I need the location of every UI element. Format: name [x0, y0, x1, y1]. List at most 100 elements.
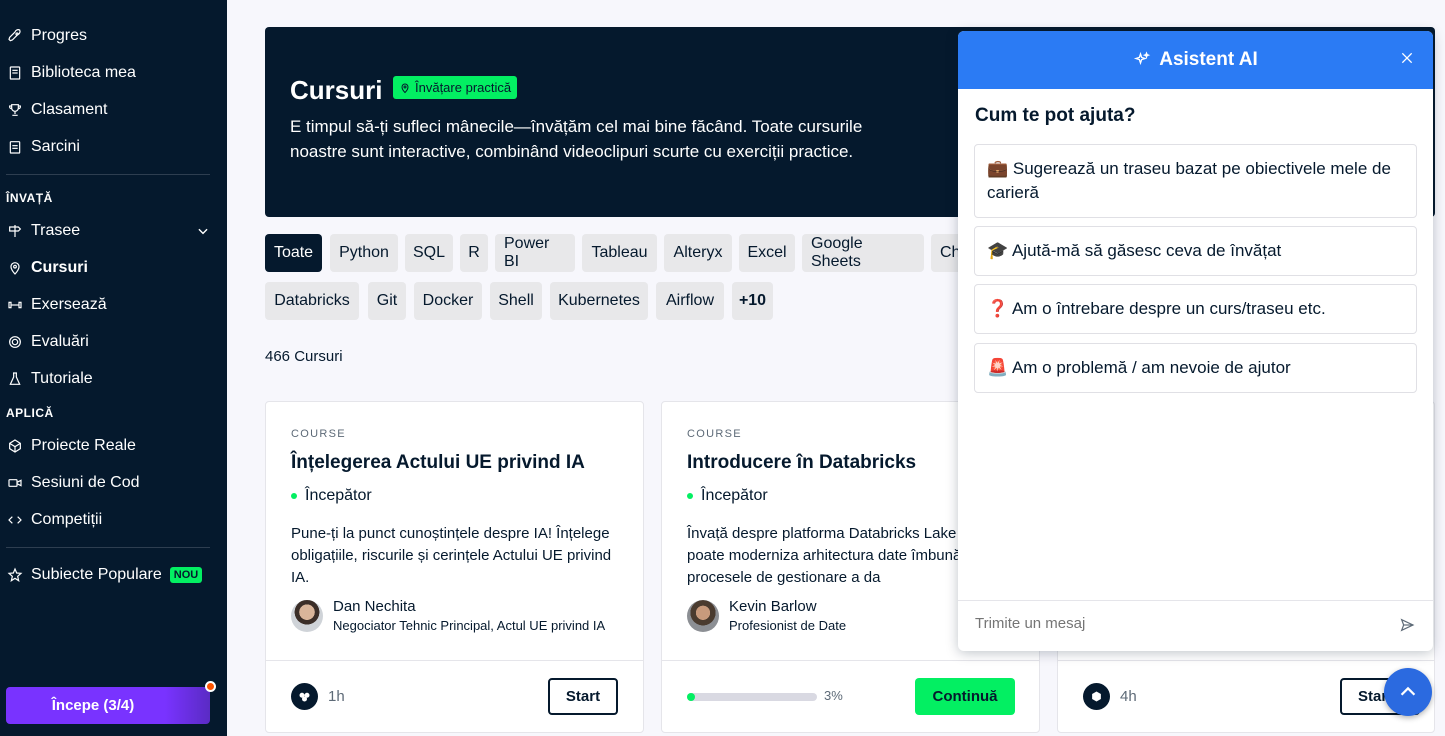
start-onboarding-button[interactable]: Începe (3/4): [6, 687, 210, 724]
author-role: Negociator Tehnic Principal, Actul UE pr…: [333, 618, 606, 633]
nav-clasament[interactable]: Clasament: [6, 95, 214, 125]
section-label-invata: ÎNVAȚĂ: [6, 191, 53, 205]
filter-chip[interactable]: Tableau: [582, 234, 657, 272]
cube-icon: [6, 437, 24, 455]
nav-label: Progres: [31, 27, 88, 44]
nav-label: Evaluări: [31, 333, 89, 350]
ai-option-question[interactable]: ❓ Am o întrebare despre un curs/traseu e…: [974, 284, 1417, 334]
ai-header: Asistent AI: [958, 31, 1433, 89]
close-icon[interactable]: [1399, 50, 1419, 70]
filter-chip[interactable]: Databricks: [265, 282, 359, 320]
card-level: Începător: [687, 487, 768, 505]
nav-proiecte[interactable]: Proiecte Reale: [6, 431, 214, 461]
level-dot: [687, 493, 693, 499]
card-type: COURSE: [291, 428, 346, 440]
nav-sarcini[interactable]: Sarcini: [6, 132, 214, 162]
filter-chip[interactable]: Docker: [414, 282, 482, 320]
nav-label: Proiecte Reale: [31, 437, 136, 454]
send-icon[interactable]: [1399, 617, 1417, 635]
nav-competitii[interactable]: Competiții: [6, 505, 214, 535]
video-icon: [6, 474, 24, 492]
location-pin-icon: [401, 83, 409, 93]
card-footer: 1h Start: [266, 660, 643, 733]
nav-subiecte-populare[interactable]: Subiecte Populare NOU: [6, 560, 214, 590]
page-title: Cursuri: [290, 75, 383, 105]
card-type: COURSE: [687, 428, 742, 440]
nav-sesiuni[interactable]: Sesiuni de Cod: [6, 468, 214, 498]
filter-chip[interactable]: Excel: [739, 234, 795, 272]
card-title[interactable]: Înțelegerea Actului UE privind IA: [291, 452, 585, 474]
filter-chip[interactable]: Kubernetes: [550, 282, 648, 320]
nav-label: Sarcini: [31, 138, 80, 155]
card-footer: 3% Continuă: [662, 660, 1039, 733]
nav-label: Cursuri: [31, 259, 88, 276]
book-icon: [6, 64, 24, 82]
filter-chip[interactable]: SQL: [405, 234, 453, 272]
ai-option-learn[interactable]: 🎓 Ajută-mă să găsesc ceva de învățat: [974, 226, 1417, 276]
star-icon: [6, 566, 24, 584]
flask-icon: [6, 370, 24, 388]
nav-label: Subiecte Populare: [31, 566, 162, 583]
message-input[interactable]: [975, 615, 1375, 632]
more-filters-chip[interactable]: +10: [732, 282, 773, 320]
location-pin-icon: [6, 259, 24, 277]
ai-input-bar: [958, 600, 1433, 651]
filter-chip[interactable]: Toate: [265, 234, 322, 272]
filter-chip[interactable]: Airflow: [656, 282, 724, 320]
card-level: Începător: [291, 487, 372, 505]
filter-chip[interactable]: Google Sheets: [802, 234, 924, 272]
filter-chip[interactable]: Alteryx: [664, 234, 732, 272]
nav-label: Competiții: [31, 511, 103, 528]
author-name: Kevin Barlow: [729, 598, 817, 615]
gauge-icon: [6, 333, 24, 351]
card-author: Dan Nechita Negociator Tehnic Principal,…: [291, 598, 605, 633]
ai-title: Asistent AI: [1159, 49, 1258, 70]
card-footer: 4h Star: [1058, 660, 1434, 733]
author-name: Dan Nechita: [333, 598, 416, 615]
course-card[interactable]: COURSE Înțelegerea Actului UE privind IA…: [265, 401, 644, 733]
chevron-down-icon[interactable]: [196, 224, 210, 238]
avatar: [687, 599, 719, 632]
card-duration: 1h: [328, 688, 345, 705]
ai-brain-icon: [291, 683, 318, 710]
level-dot: [291, 493, 297, 499]
nav-label: Tutoriale: [31, 370, 93, 387]
filter-chip[interactable]: Python: [330, 234, 398, 272]
ai-option-career[interactable]: 💼 Sugerează un traseu bazat pe obiective…: [974, 144, 1417, 218]
sidebar: Progres Biblioteca mea Clasament Sarcini…: [0, 0, 227, 736]
nav-cursuri[interactable]: Cursuri: [6, 253, 214, 283]
filter-chip[interactable]: Power BI: [495, 234, 575, 272]
nav-trasee[interactable]: Trasee: [6, 216, 214, 246]
filter-chip[interactable]: Shell: [490, 282, 542, 320]
nav-progres[interactable]: Progres: [6, 21, 214, 51]
nav-exerseaza[interactable]: Exersează: [6, 290, 214, 320]
filter-chip[interactable]: R: [460, 234, 488, 272]
progress-fill: [687, 693, 695, 701]
nav-evaluari[interactable]: Evaluări: [6, 327, 214, 357]
new-badge: NOU: [169, 567, 203, 583]
signpost-icon: [6, 222, 24, 240]
level-label: Începător: [305, 487, 372, 504]
sparkle-icon: [1133, 51, 1151, 69]
progress-label: 3%: [824, 688, 843, 703]
divider: [6, 547, 210, 548]
clipboard-icon: [6, 138, 24, 156]
start-button[interactable]: Start: [548, 678, 618, 715]
filter-chip[interactable]: Git: [368, 282, 406, 320]
nav-biblioteca[interactable]: Biblioteca mea: [6, 58, 214, 88]
card-description: Pune-ți la punct cunoștințele despre IA!…: [291, 525, 612, 586]
ai-option-problem[interactable]: 🚨 Am o problemă / am nevoie de ajutor: [974, 343, 1417, 393]
dumbbell-icon: [6, 296, 24, 314]
section-label-aplica: APLICĂ: [6, 406, 54, 420]
card-duration: 4h: [1120, 688, 1137, 705]
scroll-to-top-button[interactable]: [1384, 668, 1432, 716]
notification-dot: [205, 681, 216, 692]
nav-label: Sesiuni de Cod: [31, 474, 140, 491]
card-title[interactable]: Introducere în Databricks: [687, 452, 916, 474]
nav-tutoriale[interactable]: Tutoriale: [6, 364, 214, 394]
continue-button[interactable]: Continuă: [915, 678, 1015, 715]
divider: [6, 174, 210, 175]
avatar: [291, 599, 323, 632]
ai-assistant-panel: Asistent AI Cum te pot ajuta? 💼 Sugereaz…: [958, 31, 1433, 651]
rocket-icon: [6, 27, 24, 45]
